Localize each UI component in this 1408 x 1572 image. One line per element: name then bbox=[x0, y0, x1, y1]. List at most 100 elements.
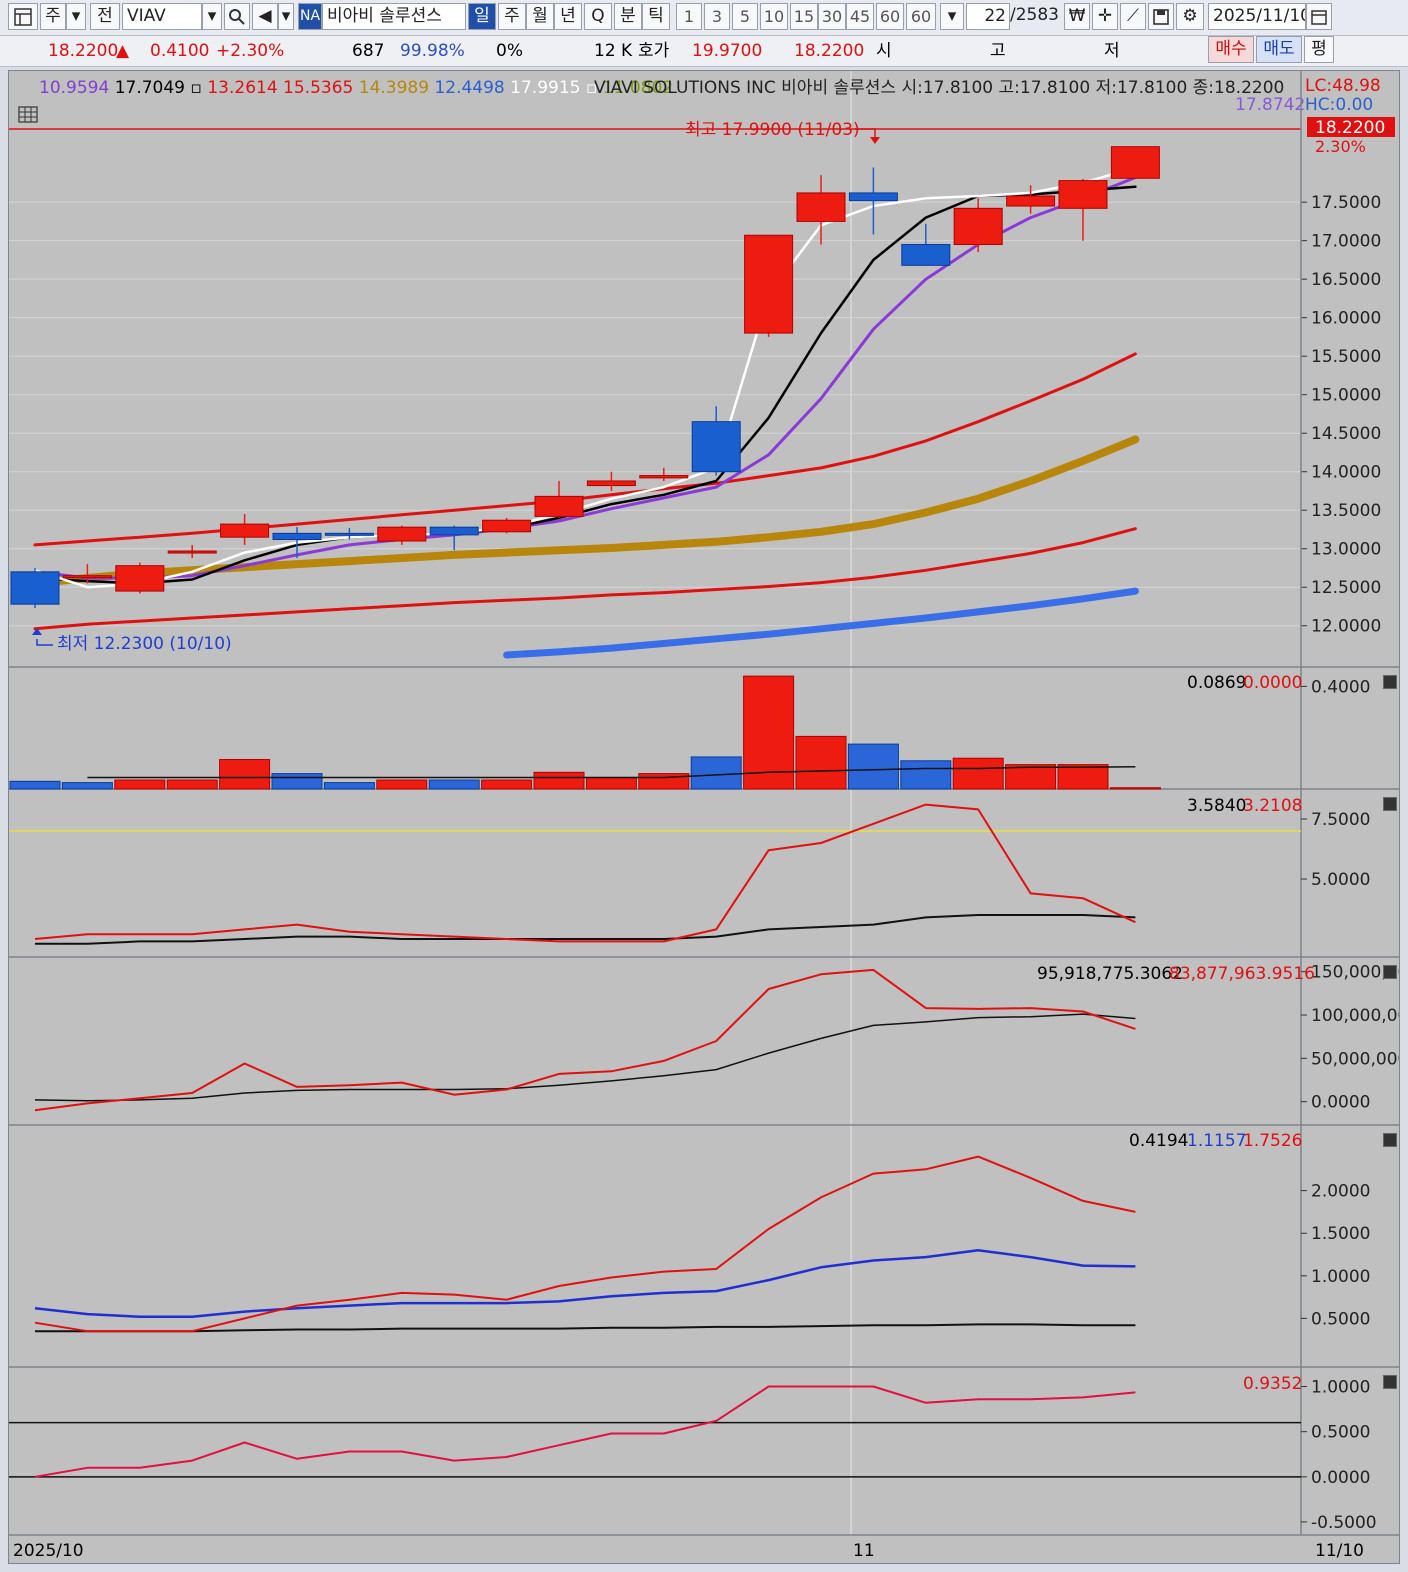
prev-button[interactable]: 전 bbox=[90, 3, 120, 30]
interval-button[interactable]: 30 bbox=[818, 3, 846, 30]
chart-area[interactable]: 10.9594 17.7049 ▫ 13.2614 15.5365 14.398… bbox=[8, 70, 1408, 1564]
layout-icon[interactable] bbox=[8, 3, 38, 30]
ma-line-12.4498 bbox=[503, 587, 1139, 659]
price-change: 0.4100 bbox=[150, 41, 210, 61]
volume-bar bbox=[219, 759, 271, 790]
price-tick-label: 15.0000 bbox=[1311, 386, 1381, 406]
gear-icon[interactable]: ⚙ bbox=[1176, 3, 1204, 30]
ma-legend-value: 15.5365 bbox=[283, 78, 359, 98]
volume-bar bbox=[1057, 764, 1109, 790]
osc2-tick-label: 100,000,00 bbox=[1311, 1006, 1399, 1026]
price-change-pct: +2.30% bbox=[216, 41, 285, 61]
candle-body bbox=[848, 192, 898, 202]
k-label: 12 K bbox=[594, 41, 633, 61]
osc2-value2: 83,877,963.9516 bbox=[1169, 964, 1315, 984]
volume-bar bbox=[376, 779, 428, 790]
volume-panel: 0.4000 bbox=[9, 675, 1370, 790]
panel-close-icon[interactable] bbox=[1383, 965, 1397, 979]
market-select[interactable]: 주 bbox=[40, 3, 66, 30]
osc3-tick-label: 1.5000 bbox=[1311, 1224, 1370, 1244]
high-arrow-head bbox=[870, 137, 880, 144]
search-icon[interactable] bbox=[224, 3, 250, 30]
calendar-icon[interactable] bbox=[1306, 3, 1332, 30]
ma-legend-value: 14.3989 bbox=[359, 78, 435, 98]
eval-button[interactable]: 평 bbox=[1304, 36, 1334, 63]
osc3-value2: 1.1157 bbox=[1187, 1131, 1246, 1151]
period-weekly-button[interactable]: 주 bbox=[498, 3, 526, 30]
candle-body bbox=[901, 244, 951, 266]
symbol-input[interactable]: VIAV bbox=[122, 3, 202, 30]
price-tick-label: 17.0000 bbox=[1311, 232, 1381, 252]
chevron-down-icon[interactable]: ▾ bbox=[940, 3, 964, 30]
osc1-black-line bbox=[35, 914, 1136, 945]
period-minute-button[interactable]: 분 bbox=[614, 3, 642, 30]
period-tick-button[interactable]: 틱 bbox=[642, 3, 670, 30]
period-daily-button[interactable]: 일 bbox=[468, 3, 496, 30]
candle-body bbox=[220, 523, 270, 538]
hc-label: HC:0.00 bbox=[1305, 95, 1373, 115]
zero-pct: 0% bbox=[496, 41, 523, 61]
panel-close-icon[interactable] bbox=[1383, 1133, 1397, 1147]
candle-body bbox=[377, 526, 427, 542]
oscillator1-panel: 7.5000 5.0000 bbox=[9, 803, 1370, 945]
quote-label: 호가 bbox=[638, 41, 670, 61]
osc4-tick-label: 0.0000 bbox=[1311, 1468, 1370, 1488]
volume-bar bbox=[114, 779, 166, 790]
chevron-down-icon[interactable]: ▾ bbox=[202, 3, 222, 30]
oscillator4-panel: 1.0000 0.5000 0.0000 -0.5000 bbox=[9, 1378, 1377, 1533]
chevron-down-icon[interactable]: ▾ bbox=[278, 3, 294, 30]
won-icon[interactable]: ₩ bbox=[1064, 3, 1090, 30]
low-arrow-icon bbox=[36, 639, 53, 646]
count-input[interactable]: 22 bbox=[966, 3, 1010, 30]
high-annotation: 최고 17.9900 (11/03) bbox=[685, 120, 860, 140]
volume-bar bbox=[323, 782, 375, 790]
toolbar: 주 ▾ 전 VIAV ▾ ◀ ▾ NA 비아비 솔루션스 일 주 월 년 Q 분… bbox=[0, 0, 1408, 36]
volume-tick-label: 0.4000 bbox=[1311, 677, 1370, 697]
interval-button[interactable]: 5 bbox=[732, 3, 758, 30]
crosshair-icon[interactable]: ✛ bbox=[1092, 3, 1118, 30]
candle-body bbox=[10, 571, 60, 605]
ma-legend-value: 12.4498 bbox=[434, 78, 510, 98]
grid-toggle-icon[interactable] bbox=[18, 106, 38, 123]
ma-legend-value: 13.2614 bbox=[207, 78, 283, 98]
oscillator3-panel: 2.0000 1.5000 1.0000 0.5000 bbox=[34, 1155, 1370, 1333]
interval-button[interactable]: 3 bbox=[704, 3, 730, 30]
panel-close-icon[interactable] bbox=[1383, 675, 1397, 689]
volume-ratio: 99.98% bbox=[400, 41, 465, 61]
speaker-icon[interactable]: ◀ bbox=[252, 3, 278, 30]
interval-button[interactable]: 45 bbox=[846, 3, 874, 30]
panel-close-icon[interactable] bbox=[1383, 1375, 1397, 1389]
ma-values-text: 10.9594 17.7049 ▫ 13.2614 15.5365 14.398… bbox=[39, 78, 673, 98]
osc4-red-line bbox=[34, 1385, 1136, 1478]
volume-bar bbox=[61, 782, 113, 790]
trend-line-icon[interactable]: ⟋ bbox=[1120, 3, 1146, 30]
period-quarter-button[interactable]: Q bbox=[584, 3, 612, 30]
interval-button[interactable]: 10 bbox=[760, 3, 788, 30]
date-input[interactable]: 2025/11/10 bbox=[1208, 3, 1306, 30]
osc2-red-line bbox=[34, 968, 1136, 1112]
save-icon[interactable] bbox=[1148, 3, 1174, 30]
chart-canvas[interactable]: 10.9594 17.7049 ▫ 13.2614 15.5365 14.398… bbox=[9, 71, 1408, 1563]
candle-body bbox=[1110, 146, 1160, 179]
interval-button[interactable]: 60 bbox=[906, 3, 936, 30]
volume-bar bbox=[690, 756, 742, 790]
x-axis-label-mid: 11 bbox=[853, 1541, 875, 1561]
interval-button[interactable]: 60 bbox=[876, 3, 904, 30]
buy-button[interactable]: 매수 bbox=[1208, 36, 1254, 63]
panel-close-icon[interactable] bbox=[1383, 797, 1397, 811]
current-price-tag-text: 18.2200 bbox=[1315, 118, 1385, 138]
candle-body bbox=[639, 475, 689, 479]
chevron-down-icon[interactable]: ▾ bbox=[66, 3, 86, 30]
price-tick-label: 13.0000 bbox=[1311, 540, 1381, 560]
period-yearly-button[interactable]: 년 bbox=[554, 3, 582, 30]
price-tick-label: 16.5000 bbox=[1311, 270, 1381, 290]
volume-value: 687 bbox=[352, 41, 385, 61]
interval-button[interactable]: 1 bbox=[676, 3, 702, 30]
oscillator2-panel: 150,000,00100,000,0050,000,0000.0000 bbox=[34, 963, 1408, 1113]
volume-bar bbox=[847, 743, 899, 790]
sell-button[interactable]: 매도 bbox=[1256, 36, 1302, 63]
osc4-tick-label: 0.5000 bbox=[1311, 1423, 1370, 1443]
period-monthly-button[interactable]: 월 bbox=[526, 3, 554, 30]
interval-button[interactable]: 15 bbox=[790, 3, 818, 30]
osc1-value2: 3.2108 bbox=[1243, 796, 1302, 816]
